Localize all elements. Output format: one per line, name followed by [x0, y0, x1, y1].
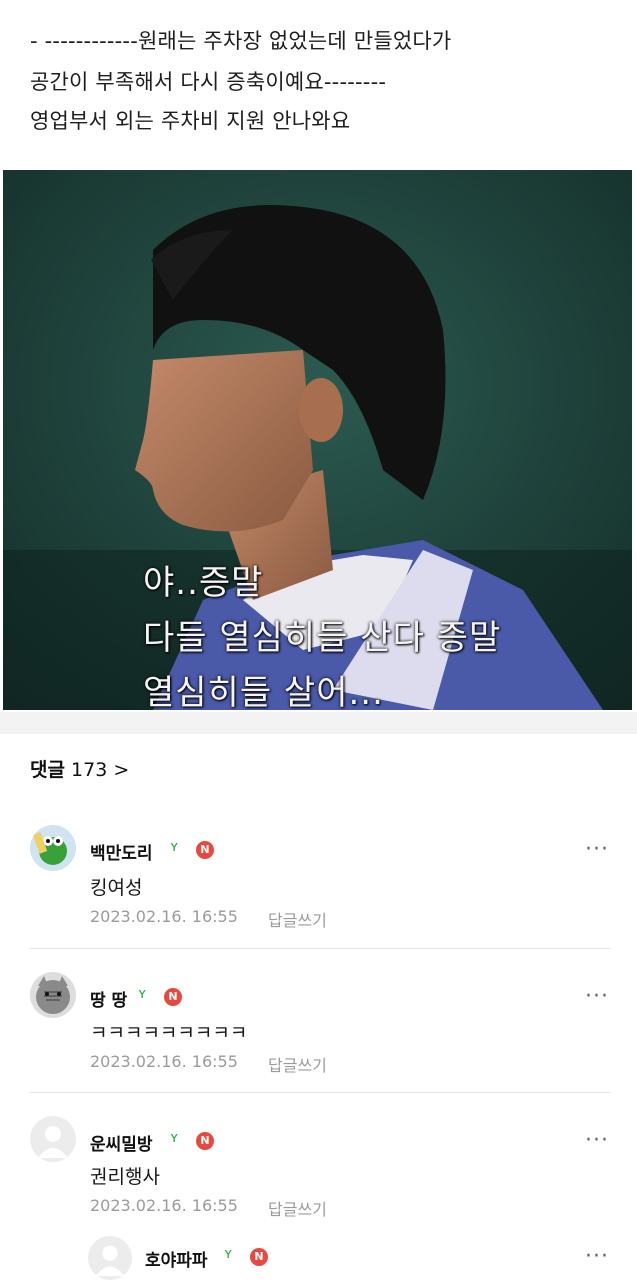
sprout-icon: ʏ: [170, 1130, 179, 1146]
frog-avatar-icon[interactable]: [30, 825, 76, 871]
more-icon[interactable]: ···: [585, 986, 609, 1008]
post-image[interactable]: 야..증말 다들 열심히들 산다 증말 열심히들 살어...: [3, 170, 632, 710]
default-avatar-icon[interactable]: [30, 1116, 76, 1162]
section-gap: [0, 712, 637, 734]
comment-username[interactable]: 백만도리: [90, 839, 153, 864]
cat-avatar-icon[interactable]: [30, 972, 76, 1018]
comment-text: ㅋㅋㅋㅋㅋㅋㅋㅋㅋ: [90, 1022, 248, 1044]
post-line-3: 영업부서 외는 주차비 지원 안나와요: [30, 109, 351, 133]
chevron-right-icon: >: [113, 759, 130, 781]
comment-username[interactable]: 땅 땅: [90, 986, 127, 1011]
comments-label: 댓글: [30, 759, 65, 781]
comment-username[interactable]: 운씨밀방: [90, 1130, 153, 1155]
n-badge-icon: N: [164, 988, 182, 1006]
comment-username[interactable]: 호야파파: [145, 1246, 208, 1271]
post-line-1: - ------------원래는 주차장 없었는데 만들었다가: [30, 29, 452, 53]
comment-text: 킹여성: [90, 877, 143, 899]
n-badge-icon: N: [250, 1248, 268, 1266]
comment-date: 2023.02.16. 16:55: [90, 1052, 238, 1071]
comments-count: 173: [71, 759, 108, 781]
sprout-icon: ʏ: [224, 1246, 233, 1262]
more-icon[interactable]: ···: [585, 1130, 609, 1152]
sprout-icon: ʏ: [170, 839, 179, 855]
divider: [30, 1092, 610, 1093]
reply-button[interactable]: 답글쓰기: [268, 907, 327, 931]
default-avatar-icon[interactable]: [88, 1236, 132, 1280]
reply-button[interactable]: 답글쓰기: [268, 1196, 327, 1220]
caption-line-2: 다들 열심히들 산다 증말: [143, 618, 502, 658]
comment-date: 2023.02.16. 16:55: [90, 1196, 238, 1215]
post-line-2: 공간이 부족해서 다시 증축이예요--------: [30, 70, 387, 94]
comment-date: 2023.02.16. 16:55: [90, 907, 238, 926]
comment-text: 권리행사: [90, 1166, 160, 1188]
caption-line-3: 열심히들 살어...: [143, 673, 384, 710]
comments-header[interactable]: 댓글 173 >: [30, 755, 129, 782]
n-badge-icon: N: [196, 1132, 214, 1150]
reply-button[interactable]: 답글쓰기: [268, 1052, 327, 1076]
divider: [30, 948, 610, 949]
n-badge-icon: N: [196, 841, 214, 859]
more-icon[interactable]: ···: [585, 1246, 609, 1268]
more-icon[interactable]: ···: [585, 839, 609, 861]
caption-line-1: 야..증말: [143, 563, 264, 603]
sprout-icon: ʏ: [138, 986, 147, 1002]
